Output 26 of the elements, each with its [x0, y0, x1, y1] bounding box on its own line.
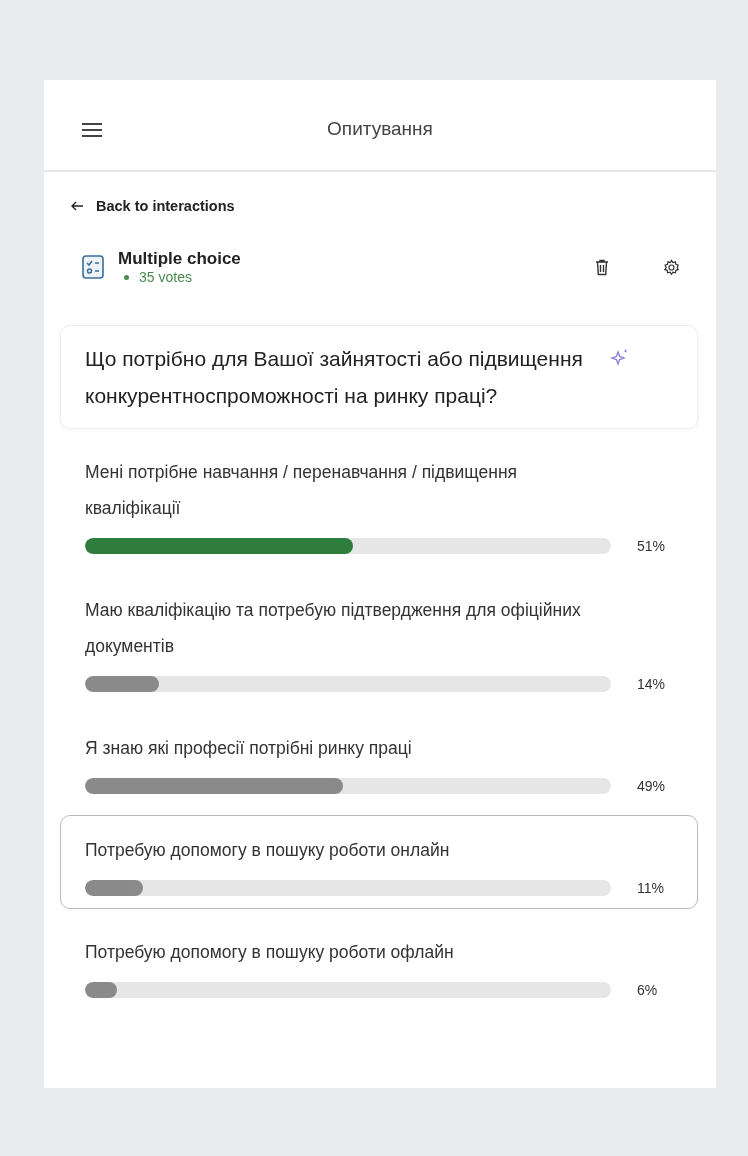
percent-value: 49% [637, 778, 666, 794]
percent-value: 14% [637, 676, 666, 692]
interaction-type: Multiple choice [118, 249, 242, 269]
question-text: Що потрібно для Вашої зайнятості або підвищення конкурентноспроможності на ринку праці? [85, 346, 584, 409]
answer-option[interactable]: Маю кваліфікацію та потребую підтвердження для офіційних документів 14% [60, 575, 698, 705]
trash-icon[interactable] [595, 258, 609, 276]
option-label: Мені потрібне навчання / перенавчання / підвищення кваліфікації [85, 461, 519, 520]
settings-icon[interactable] [663, 258, 680, 276]
answer-option[interactable]: Мені потрібне навчання / перенавчання / підвищення кваліфікації 51% [60, 437, 698, 567]
vote-count: 35 votes [139, 269, 192, 285]
answer-option[interactable]: Потребую допомогу в пошуку роботи офлайн 6% [60, 917, 698, 1011]
answer-option[interactable]: Потребую допомогу в пошуку роботи онлайн 11% [60, 815, 698, 909]
menu-icon[interactable] [81, 122, 103, 138]
back-link[interactable]: Back to interactions [70, 198, 235, 214]
page-title: Опитування [327, 118, 433, 140]
bullet-icon [124, 274, 129, 280]
option-label: Маю кваліфікацію та потребую підтвердження для офіційних документів [85, 599, 582, 658]
back-arrow-icon [70, 201, 84, 211]
answer-option[interactable]: Я знаю які професії потрібні ринку праці 49% [60, 713, 698, 807]
checklist-icon [82, 255, 104, 279]
percent-value: 11% [637, 880, 664, 896]
percent-value: 51% [637, 538, 666, 554]
percent-value: 6% [637, 982, 658, 998]
option-label: Потребую допомогу в пошуку роботи онлайн [85, 839, 451, 862]
option-label: Потребую допомогу в пошуку роботи офлайн [85, 941, 455, 964]
option-label: Я знаю які професії потрібні ринку праці [85, 737, 413, 760]
